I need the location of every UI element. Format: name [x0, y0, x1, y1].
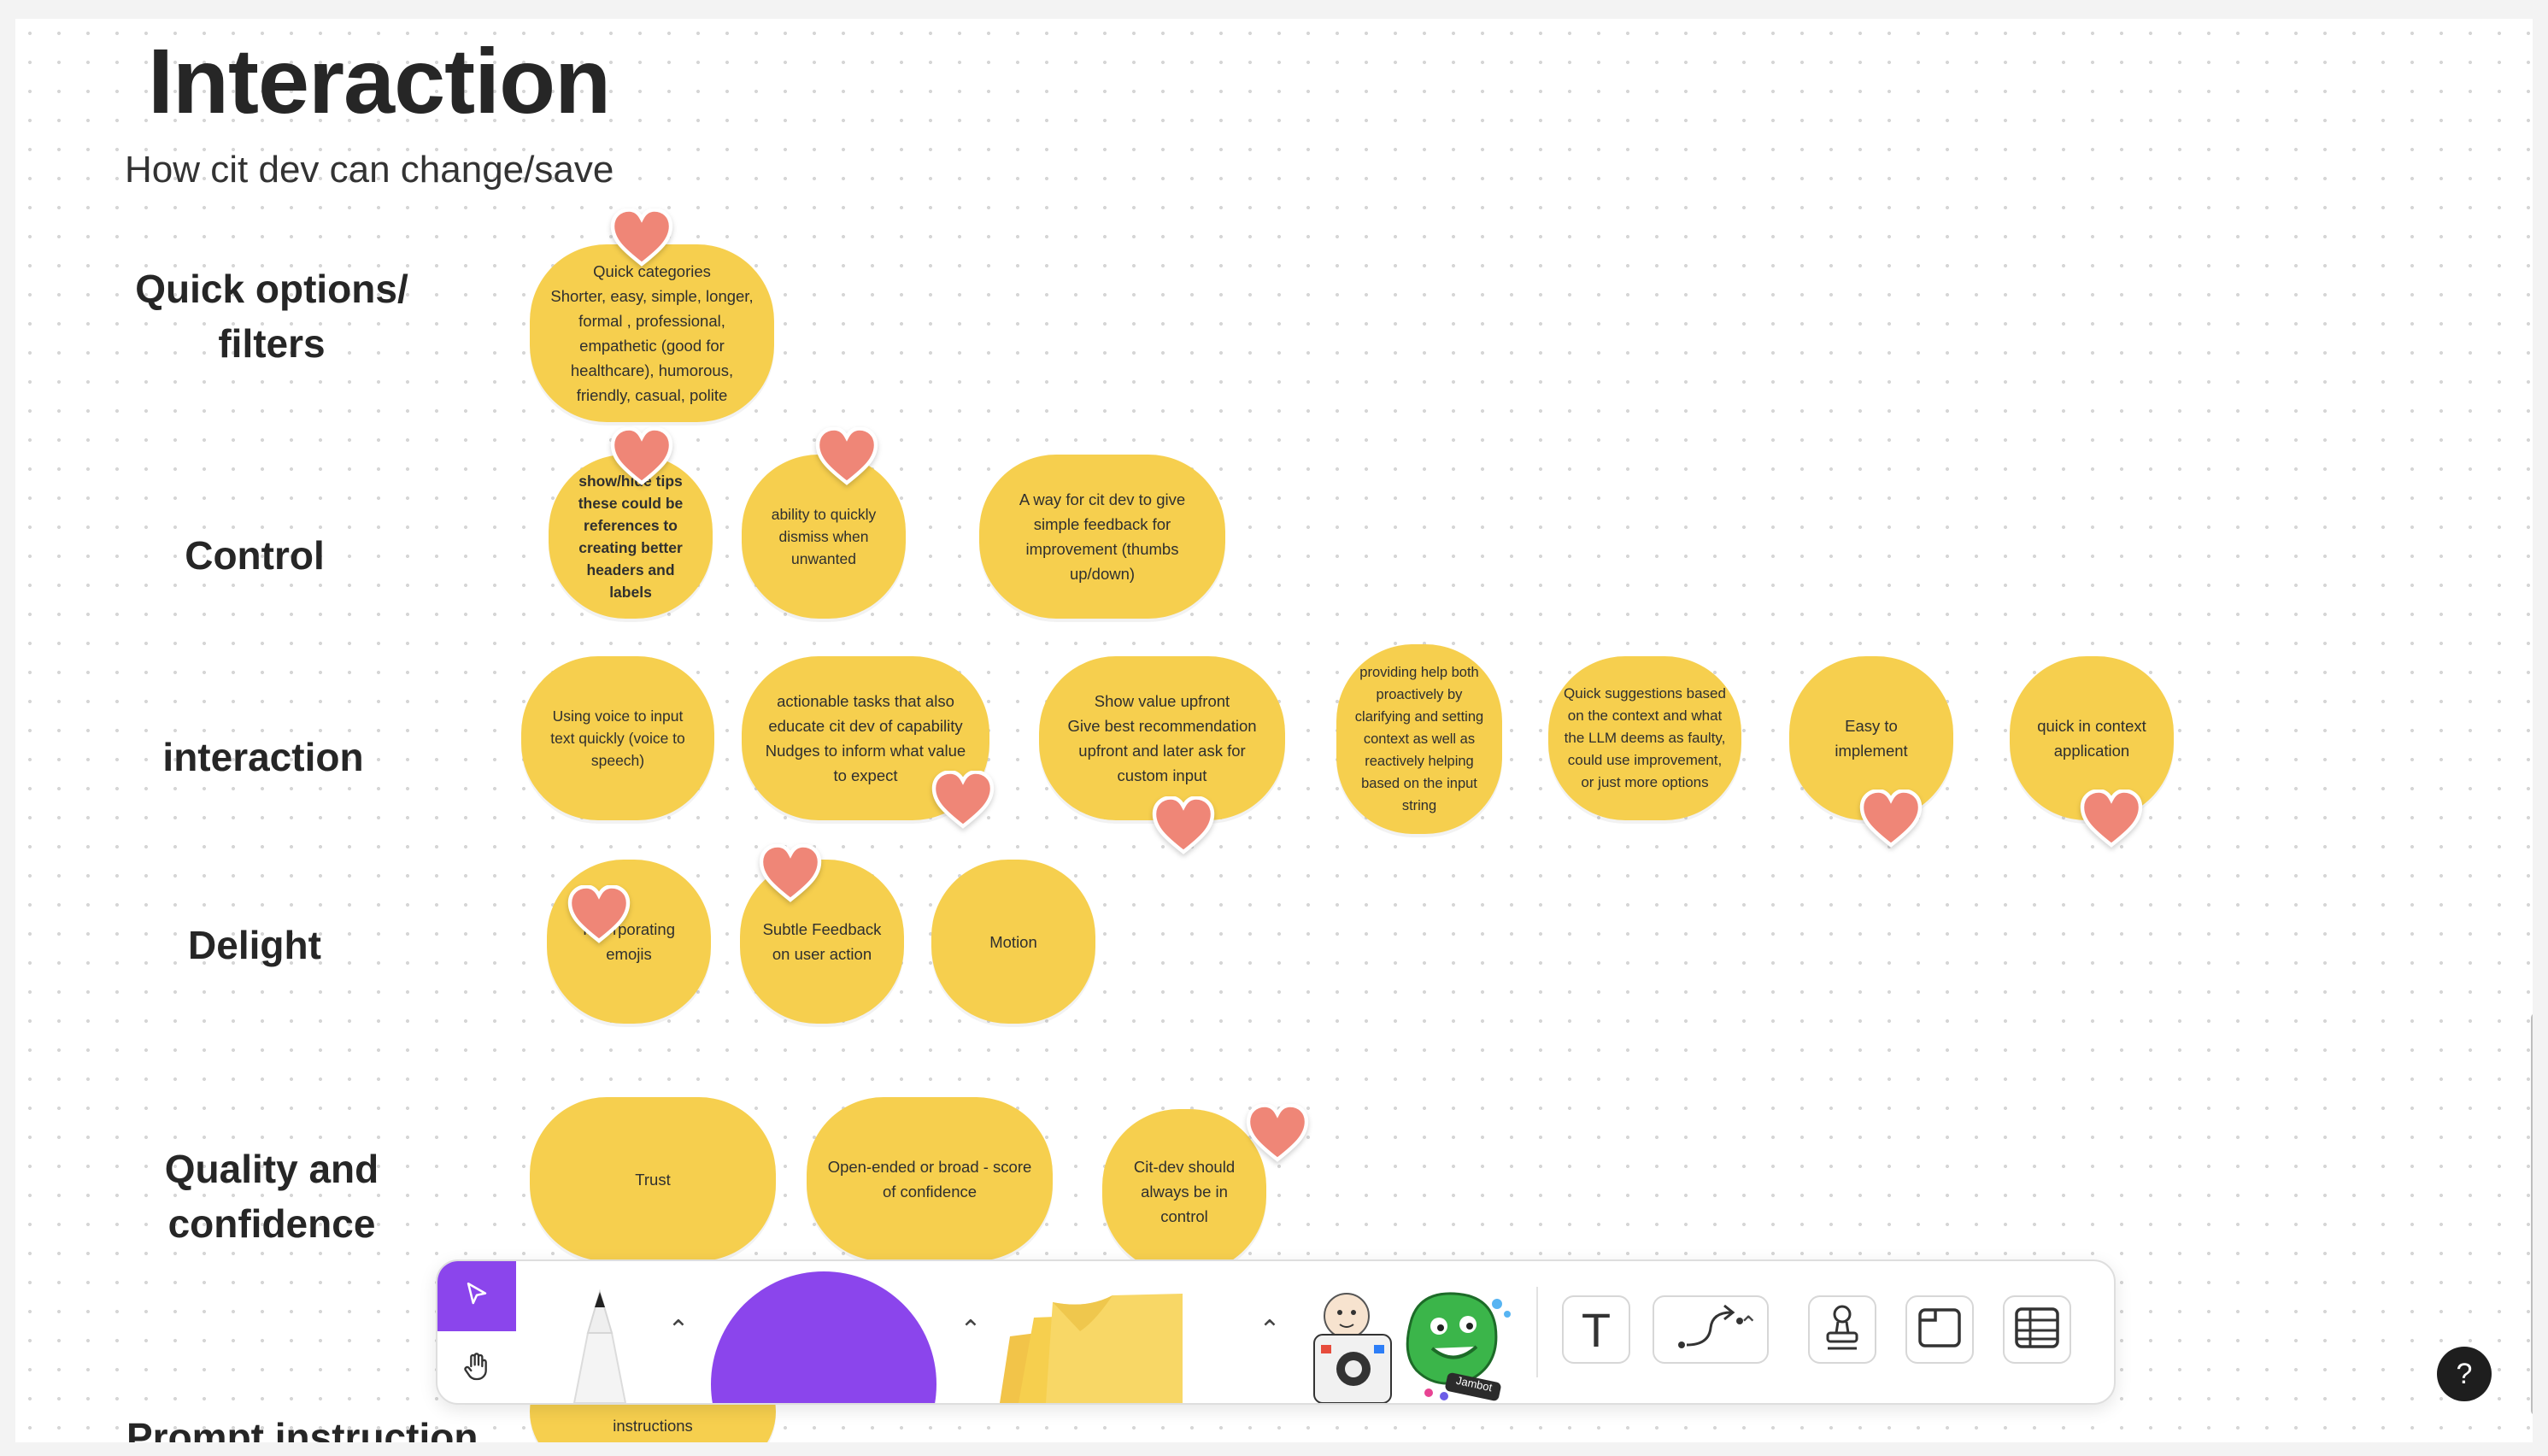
heart-sticker [931, 771, 995, 829]
connector-chevron-icon[interactable]: ⌃ [1739, 1311, 1758, 1339]
text-tool-button[interactable]: T [1562, 1295, 1630, 1364]
jambot-sticker-icon: Jambot [1394, 1285, 1523, 1403]
text-tool-glyph: T [1581, 1302, 1612, 1357]
vertical-scrollbar[interactable] [2531, 1013, 2533, 1415]
stickers-tool-button[interactable]: Jambot [1309, 1285, 1523, 1403]
pen-icon [549, 1289, 651, 1403]
page-subtitle: How cit dev can change/save [125, 149, 614, 191]
whiteboard-canvas[interactable]: Interaction How cit dev can change/save … [15, 19, 2533, 1442]
pen-tool-button[interactable] [549, 1282, 651, 1403]
bottom-toolbar: ⌃ ⌃ ⌃ Jambot T ⌃ [436, 1259, 2116, 1405]
sticky-note-motion[interactable]: Motion [931, 860, 1095, 1024]
toolbar-divider [1536, 1287, 1538, 1377]
row-label-prompt-instruction: Prompt instruction [126, 1415, 478, 1442]
heart-sticker [567, 885, 631, 943]
table-tool-button[interactable] [2003, 1295, 2071, 1364]
help-button[interactable]: ? [2437, 1347, 2492, 1401]
row-label-delight: Delight [188, 923, 321, 967]
frame-icon [1917, 1305, 1963, 1355]
cursor-arrow-icon [462, 1280, 491, 1313]
sticky-note-stack-icon [984, 1294, 1241, 1403]
row-label-control: Control [185, 533, 325, 578]
row-label-quick-options: Quick options/ filters [135, 267, 408, 366]
heart-sticker [1859, 790, 1923, 848]
sticky-note-trust[interactable]: Trust [530, 1097, 776, 1261]
select-tool-button[interactable] [437, 1261, 516, 1331]
sticky-note-providing-help[interactable]: providing help both proactively by clari… [1336, 644, 1502, 834]
section-tool-button[interactable] [1905, 1295, 1974, 1364]
shape-options-chevron-icon[interactable]: ⌃ [954, 1312, 988, 1347]
heart-sticker [610, 427, 673, 485]
table-icon [2013, 1305, 2061, 1355]
heart-sticker [815, 427, 878, 485]
heart-sticker [610, 208, 673, 267]
pen-options-chevron-icon[interactable]: ⌃ [661, 1312, 696, 1347]
sticky-note-feedback[interactable]: A way for cit dev to give simple feedbac… [979, 455, 1225, 619]
stamp-tool-button[interactable] [1808, 1295, 1876, 1364]
hand-tool-button[interactable] [437, 1333, 516, 1403]
sticky-note-tool-button[interactable] [984, 1287, 1241, 1403]
sticky-note-open-ended[interactable]: Open-ended or broad - score of confidenc… [807, 1097, 1053, 1261]
shape-tool-button[interactable] [711, 1271, 936, 1403]
connector-tool-button[interactable]: ⌃ [1653, 1295, 1769, 1364]
page-title: Interaction [148, 29, 611, 132]
row-label-quality: Quality and confidence [164, 1147, 379, 1246]
hand-icon [460, 1349, 494, 1388]
heart-sticker [2080, 790, 2143, 848]
stamp-icon [1821, 1304, 1864, 1356]
sticky-note-quick-categories[interactable]: Quick categories Shorter, easy, simple, … [530, 244, 774, 422]
heart-sticker [1246, 1104, 1309, 1162]
sticky-note-quick-suggestions[interactable]: Quick suggestions based on the context a… [1548, 656, 1741, 820]
sticky-options-chevron-icon[interactable]: ⌃ [1253, 1312, 1287, 1347]
sticky-note-cit-dev-control[interactable]: Cit-dev should always be in control [1102, 1109, 1266, 1273]
heart-sticker [759, 844, 822, 902]
sticky-note-voice-input[interactable]: Using voice to input text quickly (voice… [521, 656, 714, 820]
row-label-interaction: interaction [162, 735, 364, 779]
heart-sticker [1152, 796, 1215, 854]
connector-arrow-icon [1676, 1302, 1745, 1358]
